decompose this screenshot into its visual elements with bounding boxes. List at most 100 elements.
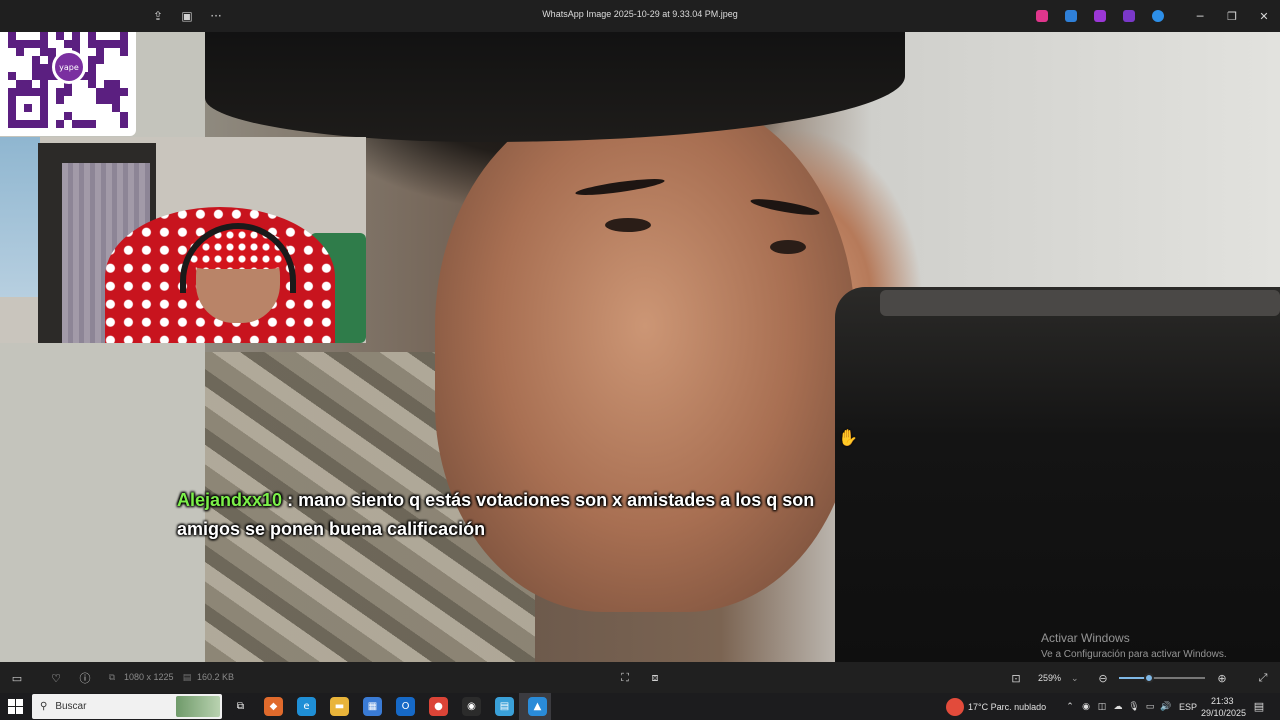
restore-button[interactable]: ❐: [1218, 6, 1246, 26]
info-icon[interactable]: ⓘ: [77, 670, 93, 686]
wall-poster: [0, 137, 40, 297]
qr-module: [80, 80, 88, 88]
qr-module: [88, 72, 96, 80]
notepad-icon[interactable]: ▤: [495, 697, 514, 716]
edit-icon[interactable]: ⧈: [647, 670, 663, 686]
qr-module: [24, 120, 32, 128]
obs-icon[interactable]: ◉: [462, 697, 481, 716]
fullscreen-icon[interactable]: ⤢: [1255, 670, 1271, 686]
qr-module: [112, 120, 120, 128]
qr-module: [16, 80, 24, 88]
start-button[interactable]: [8, 699, 23, 714]
webcam-overlay: [0, 137, 366, 343]
qr-module: [24, 72, 32, 80]
zoom-in-icon[interactable]: ⊕: [1214, 670, 1230, 686]
windows-logo-icon: [16, 707, 23, 714]
file-size-icon: ▤: [182, 673, 192, 683]
chevron-down-icon: ⌄: [1071, 672, 1079, 683]
qr-module: [24, 32, 32, 40]
qr-module: [88, 112, 96, 120]
qr-module: [24, 64, 32, 72]
copilot-icon[interactable]: [1036, 10, 1048, 22]
qr-module: [120, 64, 128, 72]
eye: [605, 218, 651, 232]
windows-logo-icon: [8, 707, 15, 714]
qr-module: [120, 112, 128, 120]
volume-icon[interactable]: 🔊: [1160, 701, 1172, 713]
qr-module: [32, 104, 40, 112]
image-viewer-canvas[interactable]: Activar Windows Ve a Configuración para …: [0, 32, 1280, 662]
qr-module: [56, 96, 64, 104]
network-icon[interactable]: ▭: [1144, 701, 1156, 713]
qr-module: [32, 40, 40, 48]
qr-module: [120, 104, 128, 112]
qr-module: [32, 32, 40, 40]
onenote-icon[interactable]: [1123, 10, 1135, 22]
qr-module: [96, 32, 104, 40]
qr-module: [16, 88, 24, 96]
search-icon: ⚲: [40, 701, 48, 712]
zoom-out-icon[interactable]: ⊖: [1095, 670, 1111, 686]
language-indicator[interactable]: ESP: [1179, 702, 1197, 712]
favorite-heart-icon[interactable]: ♡: [48, 670, 64, 686]
qr-module: [112, 104, 120, 112]
qr-module: [72, 112, 80, 120]
zoom-slider-knob[interactable]: [1144, 673, 1155, 683]
qr-module: [88, 96, 96, 104]
filmstrip-icon[interactable]: ▭: [9, 670, 25, 686]
minimize-button[interactable]: ─: [1186, 6, 1214, 26]
clipchamp-icon[interactable]: [1094, 10, 1106, 22]
qr-module: [104, 96, 112, 104]
windows-logo-icon: [16, 699, 23, 706]
taskbar: ⚲ Buscar ⧉ ◆ e ▬ ▦ O ● ◉ ▤ ▲ 17°C Parc. nublado ⌃…: [0, 693, 1280, 720]
close-button[interactable]: ✕: [1250, 6, 1278, 26]
obs-tray-icon[interactable]: ◉: [1080, 701, 1092, 713]
zoom-dropdown[interactable]: 259% ⌄: [1032, 668, 1086, 688]
qr-module: [8, 104, 16, 112]
onedrive-icon[interactable]: [1152, 10, 1164, 22]
image-dimensions: 1080 x 1225: [124, 672, 174, 682]
chevron-up-icon[interactable]: ⌃: [1064, 701, 1076, 713]
crop-icon[interactable]: ⛶: [617, 670, 633, 686]
designer-icon[interactable]: [1065, 10, 1077, 22]
qr-module: [56, 120, 64, 128]
taskbar-search[interactable]: ⚲ Buscar: [32, 694, 222, 719]
clock-date[interactable]: 29/10/2025: [1201, 708, 1246, 718]
weather-text[interactable]: 17°C Parc. nublado: [968, 702, 1046, 712]
copilot-icon[interactable]: ◆: [264, 697, 283, 716]
qr-module: [8, 72, 16, 80]
qr-module: [32, 64, 40, 72]
tray-app-icon[interactable]: ◫: [1096, 701, 1108, 713]
microphone-icon[interactable]: 🎙: [1128, 701, 1140, 713]
qr-module: [56, 112, 64, 120]
task-view-icon[interactable]: ⧉: [231, 697, 250, 716]
qr-module: [8, 96, 16, 104]
qr-module: [8, 88, 16, 96]
qr-module: [24, 96, 32, 104]
chat-message: Alejandxx10 : mano siento q estás votaci…: [177, 486, 877, 544]
fit-to-window-icon[interactable]: ⊡: [1008, 670, 1024, 686]
onedrive-tray-icon[interactable]: ☁: [1112, 701, 1124, 713]
qr-module: [96, 56, 104, 64]
qr-module: [120, 96, 128, 104]
qr-module: [88, 32, 96, 40]
outlook-icon[interactable]: O: [396, 697, 415, 716]
file-explorer-icon[interactable]: ▬: [330, 697, 349, 716]
clock-time[interactable]: 21:33: [1211, 696, 1234, 706]
activate-windows-title: Activar Windows: [1041, 631, 1130, 645]
weather-icon[interactable]: [946, 698, 964, 716]
qr-module: [64, 96, 72, 104]
notifications-icon[interactable]: ▤: [1253, 700, 1265, 713]
chrome-icon[interactable]: ●: [429, 697, 448, 716]
zoom-slider[interactable]: [1119, 673, 1205, 683]
qr-module: [88, 104, 96, 112]
qr-module: [40, 48, 48, 56]
store-icon[interactable]: ▦: [363, 697, 382, 716]
search-placeholder: Buscar: [55, 701, 87, 712]
edge-icon[interactable]: e: [297, 697, 316, 716]
qr-module: [16, 48, 24, 56]
photos-icon[interactable]: ▲: [528, 697, 547, 716]
qr-module: [88, 56, 96, 64]
qr-module: [88, 80, 96, 88]
qr-module: [48, 104, 56, 112]
